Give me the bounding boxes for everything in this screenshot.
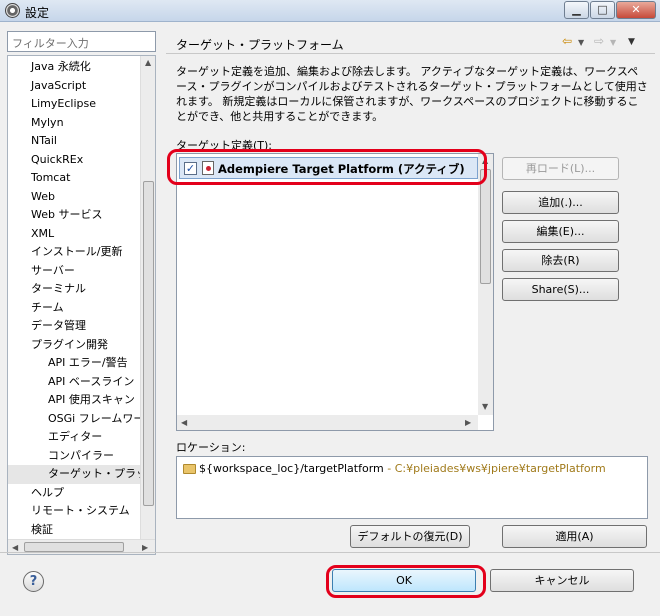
cancel-button[interactable]: キャンセル: [490, 569, 634, 592]
tree-item[interactable]: エディター: [8, 428, 142, 447]
tree-item[interactable]: Web: [8, 188, 142, 207]
list-scroll-up-icon[interactable]: ▲: [482, 156, 488, 165]
list-scroll-right-icon[interactable]: ▶: [465, 418, 471, 427]
scroll-up-arrow-icon[interactable]: ▲: [145, 58, 151, 67]
tree-item[interactable]: NTail: [8, 132, 142, 151]
restore-defaults-button[interactable]: デフォルトの復元(D): [350, 525, 470, 548]
tree-item[interactable]: OSGi フレームワーク: [8, 410, 142, 429]
tree-item[interactable]: XML: [8, 225, 142, 244]
tree-item[interactable]: ヘルプ: [8, 484, 142, 503]
scroll-right-arrow-icon[interactable]: ▶: [142, 543, 148, 552]
ok-button[interactable]: OK: [332, 569, 476, 592]
preference-tree-list: Java 永続化 JavaScript LimyEclipse Mylyn NTail Q…: [8, 58, 142, 539]
tree-item[interactable]: ターミナル: [8, 280, 142, 299]
tree-item[interactable]: JavaScript: [8, 77, 142, 96]
tree-hscroll-thumb[interactable]: [24, 542, 124, 552]
tree-item[interactable]: インストール/更新: [8, 243, 142, 262]
target-definitions-label: ターゲット定義(T):: [176, 139, 273, 152]
page-header: ターゲット・プラットフォーム ⇦ ▼ ⇨ ▼ ▼: [166, 30, 655, 54]
tree-item[interactable]: コンパイラー: [8, 447, 142, 466]
help-icon[interactable]: ?: [23, 571, 44, 592]
tree-item[interactable]: Web サービス: [8, 206, 142, 225]
tree-item[interactable]: API エラー/警告: [8, 354, 142, 373]
forward-arrow-icon: ⇨: [594, 34, 605, 48]
title-bar: 設定 ▁ □ ✕: [0, 0, 660, 22]
tree-item[interactable]: サーバー: [8, 262, 142, 281]
remove-button[interactable]: 除去(R): [502, 249, 619, 272]
add-button[interactable]: 追加(.)...: [502, 191, 619, 214]
tree-item[interactable]: データ管理: [8, 317, 142, 336]
view-menu-icon[interactable]: ▼: [628, 37, 635, 47]
tree-item[interactable]: API 使用スキャン: [8, 391, 142, 410]
close-button[interactable]: ✕: [616, 1, 656, 19]
target-name: Adempiere Target Platform (アクティブ): [218, 162, 465, 176]
list-scroll-down-icon[interactable]: ▼: [482, 402, 488, 411]
window-title: 設定: [25, 6, 50, 20]
tree-item[interactable]: リモート・システム: [8, 502, 142, 521]
settings-app-icon: [5, 3, 20, 18]
location-path: - C:¥pleiades¥ws¥jpiere¥targetPlatform: [383, 462, 606, 475]
target-definition-icon: [202, 161, 214, 175]
back-menu-chevron-icon[interactable]: ▼: [578, 38, 584, 47]
forward-menu-chevron-icon: ▼: [610, 38, 617, 47]
reload-button[interactable]: 再ロード(L)...: [502, 157, 619, 180]
tree-vertical-scrollbar[interactable]: ▲: [140, 56, 155, 539]
target-row[interactable]: ✓ Adempiere Target Platform (アクティブ): [179, 157, 478, 179]
tree-item[interactable]: 検証: [8, 521, 142, 540]
page-title: ターゲット・プラットフォーム: [176, 38, 344, 52]
list-scroll-thumb[interactable]: [480, 169, 491, 284]
location-box: ${workspace_loc}/targetPlatform - C:¥ple…: [176, 456, 648, 519]
tree-item[interactable]: ターゲット・プラットフォーム: [8, 465, 142, 484]
preference-tree: Java 永続化 JavaScript LimyEclipse Mylyn NTail Q…: [7, 55, 156, 555]
page-description: ターゲット定義を追加、編集および除去します。 アクティブなターゲット定義は、ワー…: [176, 65, 648, 123]
tree-item[interactable]: API ベースライン: [8, 373, 142, 392]
target-definitions-list: ✓ Adempiere Target Platform (アクティブ) ▲ ▼ …: [176, 153, 494, 431]
target-checkbox[interactable]: ✓: [184, 162, 197, 175]
location-text: ${workspace_loc}/targetPlatform - C:¥ple…: [199, 462, 606, 475]
footer-separator: [0, 552, 660, 553]
apply-button[interactable]: 適用(A): [502, 525, 647, 548]
folder-icon: [183, 464, 196, 474]
list-vertical-scrollbar[interactable]: ▲ ▼: [478, 154, 493, 415]
list-scroll-left-icon[interactable]: ◀: [181, 418, 187, 427]
tree-item[interactable]: LimyEclipse: [8, 95, 142, 114]
tree-item[interactable]: QuickREx: [8, 151, 142, 170]
back-arrow-icon[interactable]: ⇦: [562, 34, 572, 48]
edit-button[interactable]: 編集(E)...: [502, 220, 619, 243]
tree-item[interactable]: チーム: [8, 299, 142, 318]
tree-scroll-thumb[interactable]: [143, 181, 154, 506]
scroll-left-arrow-icon[interactable]: ◀: [12, 543, 18, 552]
maximize-button[interactable]: □: [590, 1, 615, 19]
tree-item[interactable]: Java 永続化: [8, 58, 142, 77]
minimize-button[interactable]: ▁: [564, 1, 589, 19]
filter-input[interactable]: フィルター入力: [7, 31, 156, 52]
share-button[interactable]: Share(S)...: [502, 278, 619, 301]
tree-item[interactable]: Mylyn: [8, 114, 142, 133]
location-value: ${workspace_loc}/targetPlatform: [199, 462, 384, 475]
tree-item[interactable]: プラグイン開発: [8, 336, 142, 355]
location-label: ロケーション:: [176, 441, 246, 454]
tree-item[interactable]: Tomcat: [8, 169, 142, 188]
list-horizontal-scrollbar[interactable]: ◀ ▶: [177, 415, 478, 430]
